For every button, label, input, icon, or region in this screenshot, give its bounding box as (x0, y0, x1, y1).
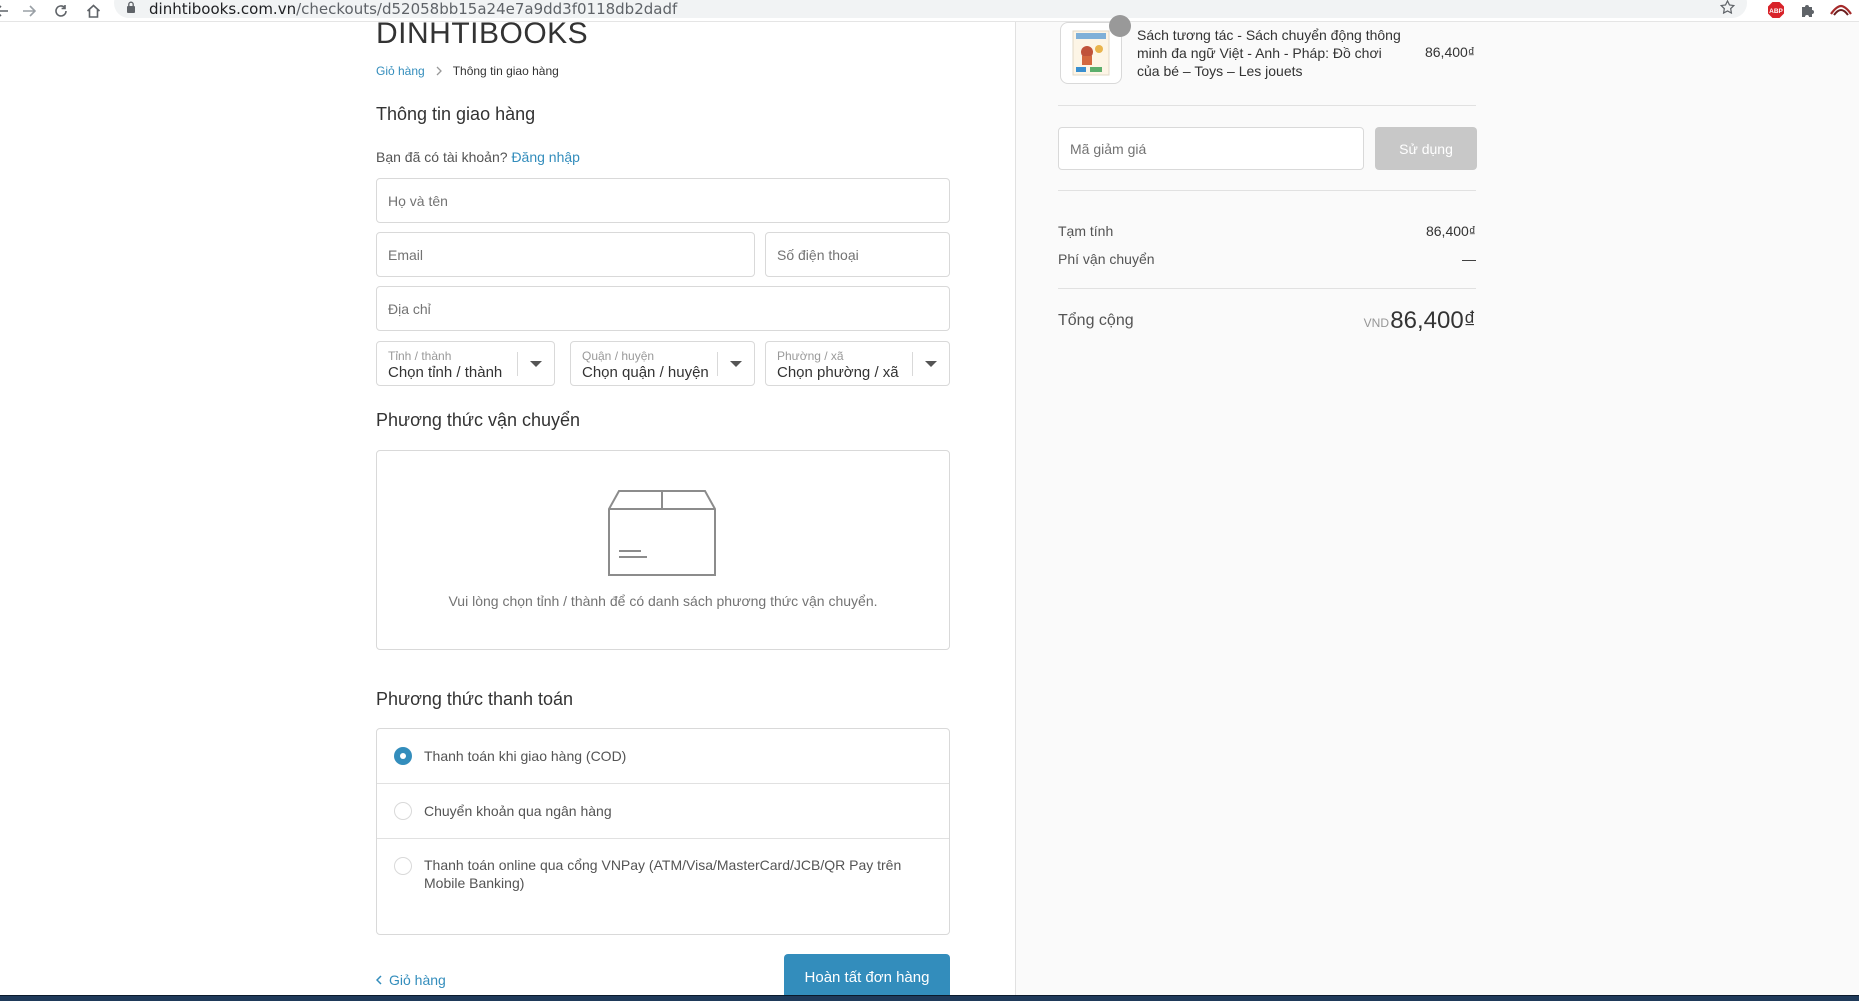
select-divider (717, 352, 718, 376)
login-link[interactable]: Đăng nhập (511, 149, 580, 165)
shipping-method-box: Vui lòng chọn tỉnh / thành để có danh sá… (376, 450, 950, 650)
back-to-cart-link[interactable]: Giỏ hàng (375, 972, 446, 988)
login-prompt: Bạn đã có tài khoản? Đăng nhập (376, 149, 580, 165)
radio-cod[interactable] (394, 747, 412, 765)
divider (1058, 288, 1476, 289)
select-divider (912, 352, 913, 376)
shipping-method-title: Phương thức vận chuyển (376, 410, 581, 430)
district-value: Chọn quận / huyện (582, 364, 709, 381)
address-field (376, 286, 950, 331)
district-label: Quận / huyện (582, 349, 655, 363)
shipping-method-message: Vui lòng chọn tỉnh / thành để có danh sá… (448, 593, 878, 609)
empty-box-icon (608, 490, 716, 576)
ward-label: Phường / xã (777, 349, 844, 363)
payment-option-label: Thanh toán online qua cổng VNPay (ATM/Vi… (424, 857, 902, 891)
breadcrumb: Giỏ hàng Thông tin giao hàng (376, 64, 559, 78)
fullname-field (376, 178, 950, 223)
back-arrow-icon[interactable] (0, 0, 10, 22)
reload-icon[interactable] (50, 0, 72, 22)
total-currency: VND (1363, 316, 1389, 330)
province-label: Tỉnh / thành (388, 349, 452, 363)
divider (1058, 105, 1476, 106)
payment-option-cod[interactable]: Thanh toán khi giao hàng (COD) (377, 729, 949, 784)
extensions-puzzle-icon[interactable] (1799, 1, 1817, 19)
home-icon[interactable] (82, 0, 104, 22)
chevron-right-icon (436, 66, 442, 76)
back-to-cart-label: Giỏ hàng (389, 972, 446, 988)
province-value: Chọn tỉnh / thành (388, 364, 503, 381)
payment-method-title: Phương thức thanh toán (376, 689, 574, 709)
radio-vnpay[interactable] (394, 857, 412, 875)
adblock-icon[interactable]: ABP (1767, 1, 1785, 19)
select-divider (517, 352, 518, 376)
shipping-info-title: Thông tin giao hàng (376, 104, 536, 124)
radio-bank-transfer[interactable] (394, 802, 412, 820)
shop-logo[interactable]: DINHTIBOOKS (376, 19, 588, 49)
payment-method-list: Thanh toán khi giao hàng (COD) Chuyển kh… (376, 728, 950, 935)
fullname-input[interactable] (377, 179, 949, 222)
chevron-left-icon (375, 972, 382, 988)
lock-icon (127, 1, 135, 13)
os-taskbar (0, 995, 1859, 1001)
payment-option-label: Chuyển khoản qua ngân hàng (424, 803, 612, 819)
payment-option-label: Thanh toán khi giao hàng (COD) (424, 748, 627, 764)
adblock-badge-text: ABP (1769, 8, 1783, 15)
district-select[interactable]: Quận / huyện Chọn quận / huyện (570, 341, 755, 386)
address-input[interactable] (377, 287, 949, 330)
subtotal-label: Tạm tính (1058, 223, 1114, 239)
address-bar[interactable]: dinhtibooks.com.vn/checkouts/d52058bb15a… (114, 0, 1747, 18)
ward-select[interactable]: Phường / xã Chọn phường / xã (765, 341, 950, 386)
extension-icon[interactable] (1828, 1, 1854, 19)
divider (1058, 190, 1476, 191)
total-label: Tổng cộng (1058, 312, 1134, 329)
url-path: /checkouts/d52058bb15a24e7a9dd3f0118db2d… (296, 0, 678, 18)
forward-arrow-icon[interactable] (18, 0, 40, 22)
payment-option-bank-transfer[interactable]: Chuyển khoản qua ngân hàng (377, 784, 949, 839)
product-name: Sách tương tác - Sách chuyển động thông … (1137, 27, 1401, 79)
phone-input[interactable] (766, 233, 949, 276)
apply-discount-button[interactable]: Sử dụng (1375, 127, 1477, 170)
province-select[interactable]: Tỉnh / thành Chọn tỉnh / thành (376, 341, 555, 386)
discount-code-field (1058, 127, 1364, 170)
url-text: dinhtibooks.com.vn/checkouts/d52058bb15a… (149, 0, 677, 18)
browser-toolbar: dinhtibooks.com.vn/checkouts/d52058bb15a… (0, 0, 1859, 22)
quantity-badge (1109, 15, 1131, 37)
chevron-down-icon (730, 361, 742, 367)
url-domain: dinhtibooks.com.vn (149, 0, 297, 18)
chevron-down-icon (530, 361, 542, 367)
have-account-text: Bạn đã có tài khoản? (376, 149, 508, 165)
subtotal-value: 86,400₫ (1425, 223, 1476, 239)
discount-code-input[interactable] (1059, 128, 1363, 169)
breadcrumb-current: Thông tin giao hàng (452, 64, 559, 78)
email-input[interactable] (377, 233, 754, 276)
complete-order-button[interactable]: Hoàn tất đơn hàng (784, 954, 950, 1001)
email-field (376, 232, 755, 277)
product-price: 86,400₫ (1424, 44, 1475, 60)
shipping-fee-label: Phí vận chuyển (1058, 251, 1155, 267)
shipping-fee-value: — (1462, 251, 1476, 267)
product-thumbnail (1060, 15, 1131, 84)
total-value: 86,400₫ (1390, 307, 1476, 334)
chevron-down-icon (925, 361, 937, 367)
bookmark-star-icon[interactable] (1719, 0, 1736, 19)
breadcrumb-cart-link[interactable]: Giỏ hàng (376, 64, 425, 78)
phone-field (765, 232, 950, 277)
payment-option-vnpay[interactable]: Thanh toán online qua cổng VNPay (ATM/Vi… (377, 839, 949, 934)
ward-value: Chọn phường / xã (777, 364, 899, 381)
